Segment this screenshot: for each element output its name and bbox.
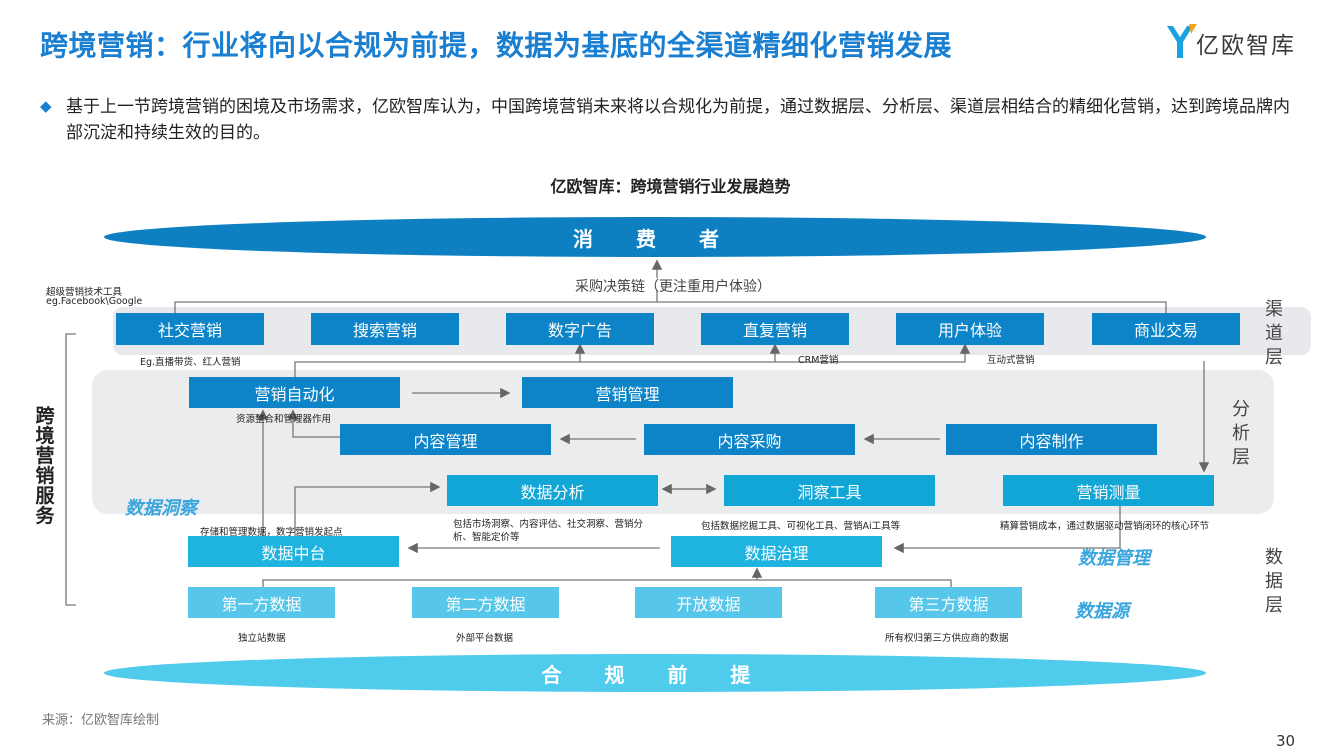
- data-layer-label: 数据层: [1265, 547, 1283, 616]
- analysis-note-resource: 资源整合和管理器作用: [236, 414, 332, 425]
- analysis-layer-label: 分析层: [1232, 399, 1250, 468]
- purchase-chain-label: 采购决策链（更注重用户体验）: [575, 279, 771, 295]
- source-note-second-party: 外部平台数据: [456, 633, 514, 644]
- source-note-first-party: 独立站数据: [238, 633, 286, 644]
- cross-border-service-label: 跨境营销服务: [35, 405, 55, 527]
- channel-note-social: Eg.直播带货、红人营销: [140, 357, 241, 368]
- data-box-platform: 数据中台: [188, 536, 399, 567]
- analysis-box-management: 营销管理: [522, 377, 733, 408]
- source-note-third-party: 所有权归第三方供应商的数据: [885, 633, 1009, 644]
- source-box-first-party: 第一方数据: [188, 587, 335, 618]
- super-tools-example: eg.Facebook\Google: [46, 296, 143, 307]
- channel-note-interactive: 互动式营销: [987, 355, 1035, 366]
- channel-box-search: 搜索营销: [311, 313, 459, 345]
- analysis-box-content-management: 内容管理: [340, 424, 551, 455]
- data-box-governance: 数据治理: [671, 536, 882, 567]
- channel-box-social: 社交营销: [116, 313, 264, 345]
- data-source-label: 数据源: [1075, 601, 1129, 622]
- channel-box-user-experience: 用户体验: [896, 313, 1044, 345]
- source-note: 来源：亿欧智库绘制: [42, 713, 160, 728]
- analysis-box-content-purchase: 内容采购: [644, 424, 855, 455]
- source-box-second-party: 第二方数据: [412, 587, 559, 618]
- channel-box-digital-ads: 数字广告: [506, 313, 654, 345]
- consumer-ellipse: 消 费 者: [104, 217, 1206, 257]
- analysis-box-content-making: 内容制作: [946, 424, 1157, 455]
- analysis-box-automation: 营销自动化: [189, 377, 400, 408]
- source-box-open-data: 开放数据: [635, 587, 782, 618]
- source-box-third-party: 第三方数据: [875, 587, 1022, 618]
- channel-box-direct: 直复营销: [701, 313, 849, 345]
- compliance-ellipse: 合 规 前 提: [104, 654, 1206, 692]
- analysis-note-mining-tools: 包括数据挖掘工具、可视化工具、营销Ai工具等: [701, 521, 901, 532]
- channel-note-crm: CRM营销: [798, 355, 839, 366]
- data-insight-label: 数据洞察: [125, 498, 197, 519]
- analysis-box-measurement: 营销测量: [1003, 475, 1214, 506]
- page-number: 30: [1276, 732, 1296, 750]
- analysis-box-data-analysis: 数据分析: [447, 475, 658, 506]
- analysis-box-insight-tools: 洞察工具: [724, 475, 935, 506]
- analysis-note-market-insight: 包括市场洞察、内容评估、社交洞察、营销分析、智能定价等: [453, 519, 644, 543]
- data-management-label: 数据管理: [1078, 548, 1150, 569]
- analysis-note-precise-cost: 精算营销成本，通过数据驱动营销闭环的核心环节: [1000, 521, 1210, 532]
- channel-layer-label: 渠道层: [1265, 299, 1283, 368]
- channel-box-commerce: 商业交易: [1092, 313, 1240, 345]
